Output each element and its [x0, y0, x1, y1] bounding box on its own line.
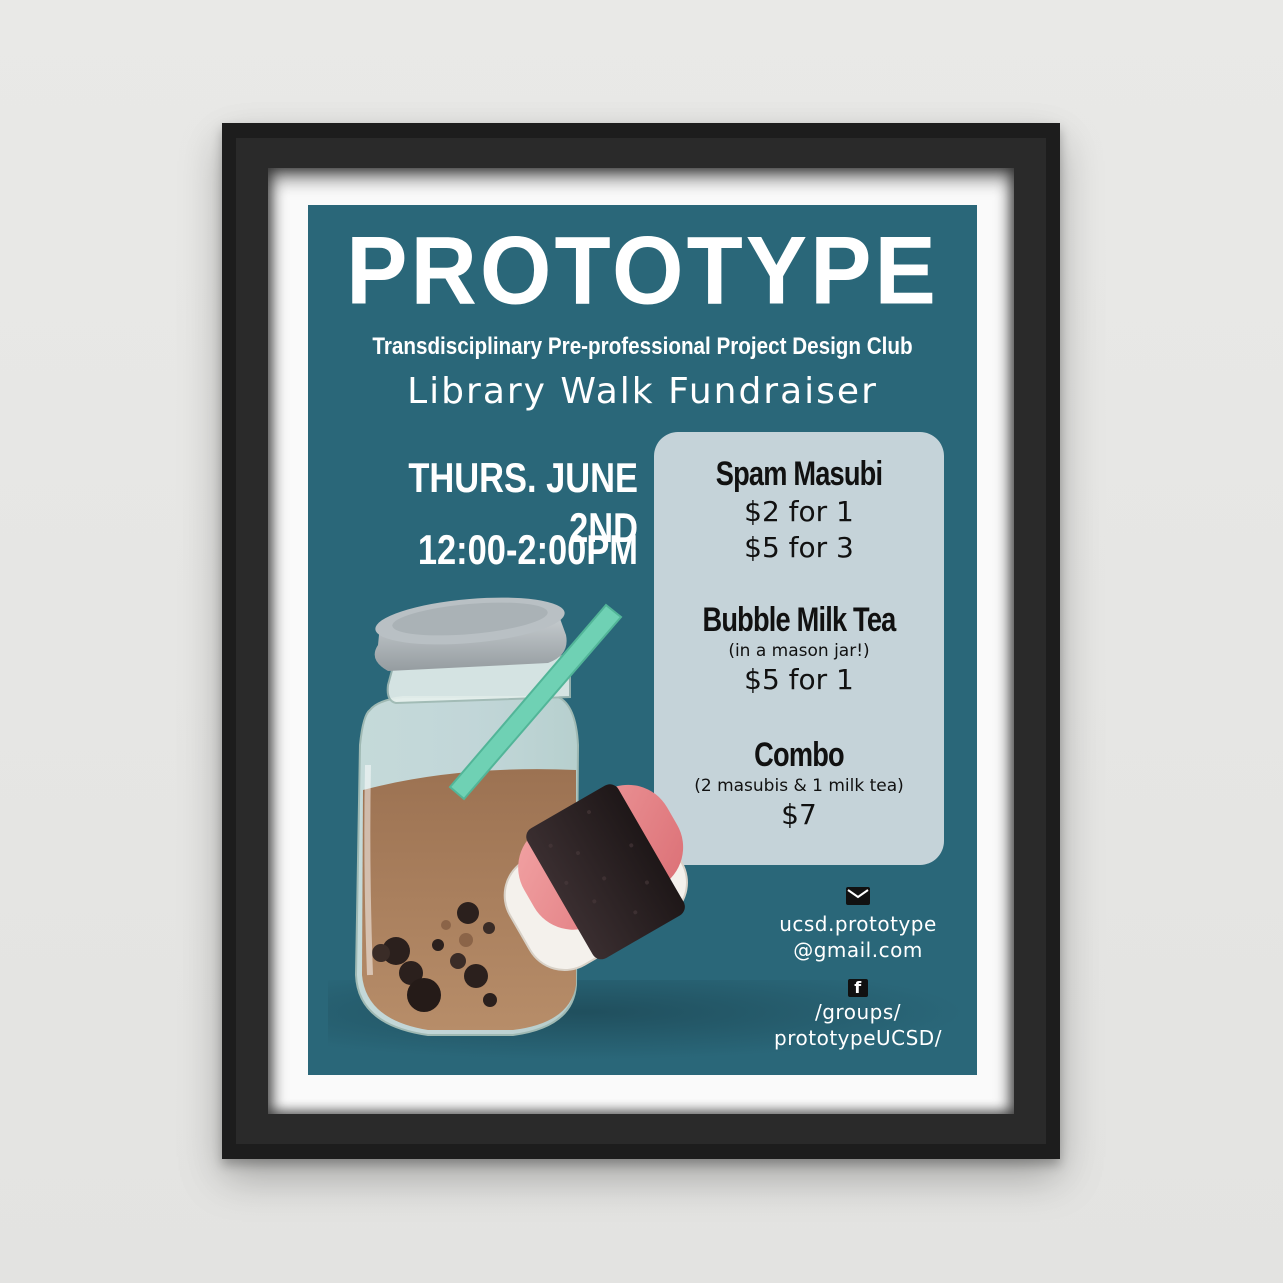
mail-icon: [846, 887, 870, 905]
email-line-2[interactable]: @gmail.com: [748, 937, 968, 963]
facebook-contact: f /groups/ prototypeUCSD/: [748, 973, 968, 1051]
facebook-line-2[interactable]: prototypeUCSD/: [748, 1025, 968, 1051]
facebook-icon: f: [848, 979, 868, 997]
facebook-line-1[interactable]: /groups/: [748, 999, 968, 1025]
email-line-1[interactable]: ucsd.prototype: [748, 911, 968, 937]
fundraiser-poster: PROTOTYPE Transdisciplinary Pre-professi…: [308, 205, 977, 1075]
email-contact: ucsd.prototype @gmail.com: [748, 885, 968, 963]
